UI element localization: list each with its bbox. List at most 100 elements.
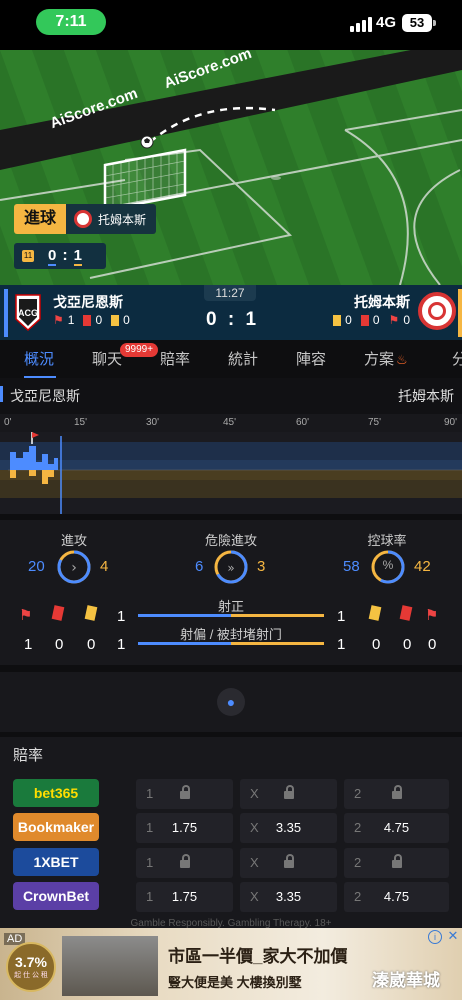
battery-icon: 53 — [402, 14, 436, 32]
lock-icon — [240, 779, 337, 809]
bookmaker-logo[interactable]: CrownBet — [13, 882, 99, 910]
mini-scoreboard: 11 0 : 1 — [14, 243, 106, 269]
shots-off-home: 1 — [117, 636, 126, 653]
tab-odds[interactable]: 賠率 — [160, 348, 190, 369]
ad-info-icon[interactable]: i — [428, 930, 442, 944]
odds-cell-x[interactable]: X 3.35 — [240, 813, 337, 843]
odds-cell-x[interactable]: X 3.35 — [240, 882, 337, 912]
odds-cell-x[interactable]: X — [240, 848, 337, 878]
dangerous-attack-ring: » — [214, 550, 248, 584]
red-card-icon — [360, 314, 369, 326]
odds-cell-2[interactable]: 2 4.75 — [344, 882, 449, 912]
shots-off-away: 1 — [337, 636, 346, 653]
odds-value: 3.35 — [275, 889, 302, 904]
stats-panel: 進攻 20 › 4 危險進攻 6 » 3 控球率 58 % 42 ⚑ ⚑ 1 0 — [0, 520, 462, 665]
home-yellow: 0 — [123, 313, 130, 327]
away-counts: 0 0 ⚑ 0 — [333, 313, 410, 327]
home-yellow-card-icon — [84, 605, 98, 621]
odds-value: 1.75 — [171, 820, 198, 835]
match-animation[interactable]: AiScore.com AiScore.com 進球 托姆本斯 11 0 : 1 — [0, 50, 462, 285]
home-card-corners: 1 — [24, 636, 33, 653]
odds-value: 4.75 — [383, 889, 410, 904]
match-clock: 11:27 — [204, 285, 256, 301]
percent-icon: % — [382, 558, 394, 572]
ad-rate-badge: 3.7% 起 仕 公 租 — [6, 942, 56, 992]
home-team-name[interactable]: 戈亞尼恩斯 — [53, 292, 123, 312]
ad-banner[interactable]: AD 3.7% 起 仕 公 租 市區一半價_家大不加價 豎大便是美 大樓換別墅 … — [0, 928, 462, 1000]
network-label: 4G — [376, 14, 397, 31]
odds-row[interactable]: CrownBet 1 1.75 X 3.35 2 4.75 — [0, 882, 462, 912]
tab-plans-label: 方案 — [364, 351, 395, 368]
away-team-name[interactable]: 托姆本斯 — [354, 292, 410, 312]
stat-possession-away: 42 — [414, 558, 431, 575]
odds-cell-1[interactable]: 1 — [136, 779, 233, 809]
ad-close-icon[interactable]: ✕ — [446, 928, 460, 944]
tab-lineup[interactable]: 陣容 — [296, 348, 326, 369]
corner-flag-icon: ⚑ — [388, 313, 400, 327]
shots-on-label: 射正 — [217, 599, 244, 614]
goal-event-card: 進球 托姆本斯 — [14, 204, 157, 234]
home-card-red: 0 — [55, 636, 64, 653]
away-card-corners: 0 — [428, 636, 437, 653]
odds-cell-2[interactable]: 2 4.75 — [344, 813, 449, 843]
tick-45: 45' — [223, 417, 237, 428]
mini-score-home: 0 — [48, 246, 57, 266]
stat-possession-label: 控球率 — [367, 533, 407, 548]
mini-score-sep: : — [62, 247, 68, 264]
odds-value: 1.75 — [171, 889, 198, 904]
odds-row[interactable]: 1XBET 1 X 2 — [0, 848, 462, 878]
odds-row[interactable]: Bookmaker 1 1.75 X 3.35 2 4.75 — [0, 813, 462, 843]
lock-icon — [136, 779, 233, 809]
odds-value: 4.75 — [383, 820, 410, 835]
tick-30: 30' — [146, 417, 160, 428]
home-red: 0 — [95, 313, 103, 327]
tab-plans[interactable]: 方案 ♨ — [364, 348, 408, 369]
tab-more[interactable]: 分 — [452, 348, 462, 369]
away-card-yellow: 0 — [372, 636, 381, 653]
bookmaker-logo[interactable]: 1XBET — [13, 848, 99, 876]
ad-brand: 溱崴華城 — [372, 971, 440, 990]
tab-chat[interactable]: 聊天 — [92, 348, 122, 369]
ad-rate-sub: 起 仕 公 租 — [14, 972, 48, 979]
goal-event-team: 托姆本斯 — [98, 212, 147, 227]
yellow-card-icon — [333, 314, 342, 326]
away-yellow: 0 — [345, 313, 352, 327]
odds-cell-2[interactable]: 2 — [344, 848, 449, 878]
ad-photo — [62, 936, 158, 996]
timeline-away-team: 托姆本斯 — [398, 388, 454, 404]
score-home: 0 — [205, 309, 217, 330]
stat-attack-away: 4 — [100, 558, 109, 575]
mini-score-minute: 11 — [22, 250, 34, 262]
odds-cell-1[interactable]: 1 — [136, 848, 233, 878]
tab-stats[interactable]: 統計 — [228, 348, 258, 369]
odds-cell-1[interactable]: 1 1.75 — [136, 813, 233, 843]
home-card-yellow: 0 — [87, 636, 96, 653]
scorecard: ACG 戈亞尼恩斯 ⚑ 1 0 0 11:27 0 : 1 托姆本斯 0 0 ⚑ 0 — [0, 285, 462, 340]
away-card-red: 0 — [403, 636, 412, 653]
bookmaker-logo[interactable]: Bookmaker — [13, 813, 99, 841]
mini-score-away: 1 — [73, 246, 83, 266]
bookmaker-logo[interactable]: bet365 — [13, 779, 99, 807]
status-bar: 7:11 4G 53 — [0, 0, 462, 50]
stat-possession-home: 58 — [343, 558, 360, 575]
odds-cell-x[interactable]: X — [240, 779, 337, 809]
odds-cell-1[interactable]: 1 1.75 — [136, 882, 233, 912]
tick-15: 15' — [74, 417, 88, 428]
home-corner-flag-icon: ⚑ — [19, 607, 33, 624]
timeline-header: 戈亞尼恩斯 托姆本斯 — [0, 378, 462, 414]
away-yellow-card-icon — [368, 605, 382, 621]
odds-title: 賠率 — [13, 747, 44, 764]
odds-cell-2[interactable]: 2 — [344, 779, 449, 809]
tab-overview[interactable]: 概況 — [24, 348, 54, 369]
stat-attack-label: 進攻 — [60, 533, 87, 548]
odds-row[interactable]: bet365 1 X 2 — [0, 779, 462, 809]
yellow-card-icon — [111, 314, 120, 326]
home-red-card-icon — [51, 605, 65, 621]
goal-event-label: 進球 — [14, 204, 67, 234]
tick-0: 0' — [4, 417, 12, 428]
tick-90: 90' — [444, 417, 458, 428]
svg-text:›: › — [71, 560, 77, 576]
stat-dangerous-away: 3 — [257, 558, 266, 575]
whistle-icon[interactable]: ● — [217, 688, 245, 716]
away-team-crest-icon — [74, 210, 93, 228]
